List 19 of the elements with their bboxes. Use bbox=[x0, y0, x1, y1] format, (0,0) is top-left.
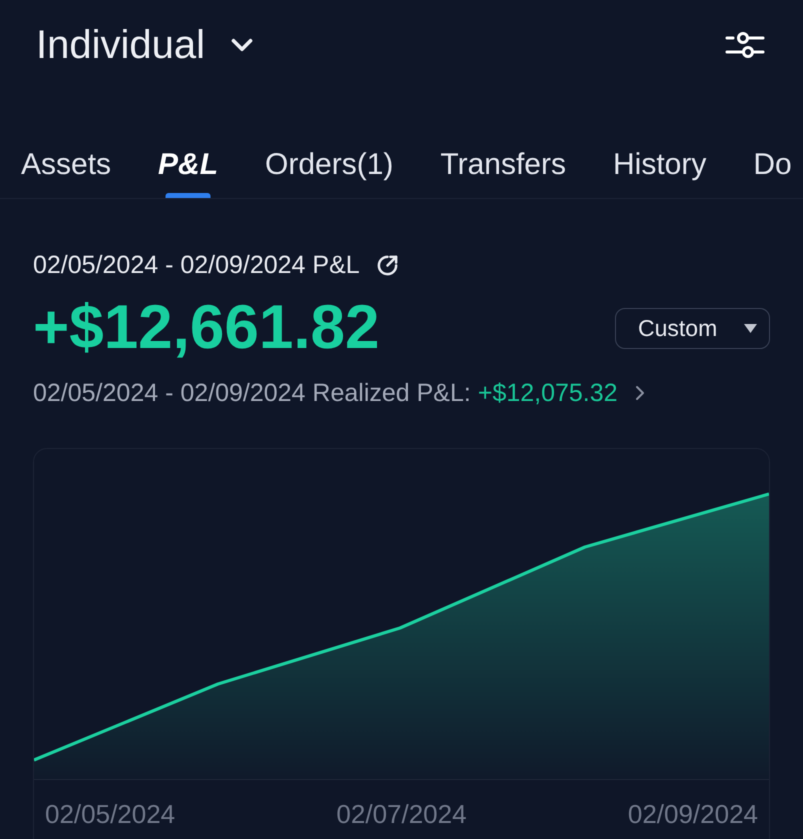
settings-sliders-icon[interactable] bbox=[725, 32, 765, 58]
period-title: 02/05/2024 - 02/09/2024 P&L bbox=[33, 250, 360, 280]
tab[interactable]: Do bbox=[753, 122, 792, 198]
x-axis-label: 02/07/2024 bbox=[335, 798, 468, 830]
x-axis-label: 02/05/2024 bbox=[45, 798, 176, 830]
total-pnl-value: +$12,661.82 bbox=[33, 293, 380, 363]
tab[interactable]: Orders(1) bbox=[265, 122, 394, 198]
realized-pnl-value[interactable]: +$12,075.32 bbox=[478, 378, 618, 408]
realized-pnl-label: 02/05/2024 - 02/09/2024 Realized P&L: bbox=[33, 378, 471, 408]
tab[interactable]: Transfers bbox=[440, 122, 566, 198]
share-arrow-icon[interactable] bbox=[376, 254, 399, 276]
tab[interactable]: History bbox=[612, 122, 706, 198]
tab[interactable]: P&L bbox=[158, 122, 218, 198]
caret-down-icon bbox=[744, 324, 757, 332]
x-axis-label: 02/09/2024 bbox=[626, 798, 758, 830]
selected-tab-underline bbox=[166, 193, 211, 198]
range-dropdown[interactable]: Custom bbox=[615, 308, 770, 348]
account-selector[interactable]: Individual bbox=[36, 21, 260, 69]
tab[interactable]: Assets bbox=[21, 122, 112, 198]
